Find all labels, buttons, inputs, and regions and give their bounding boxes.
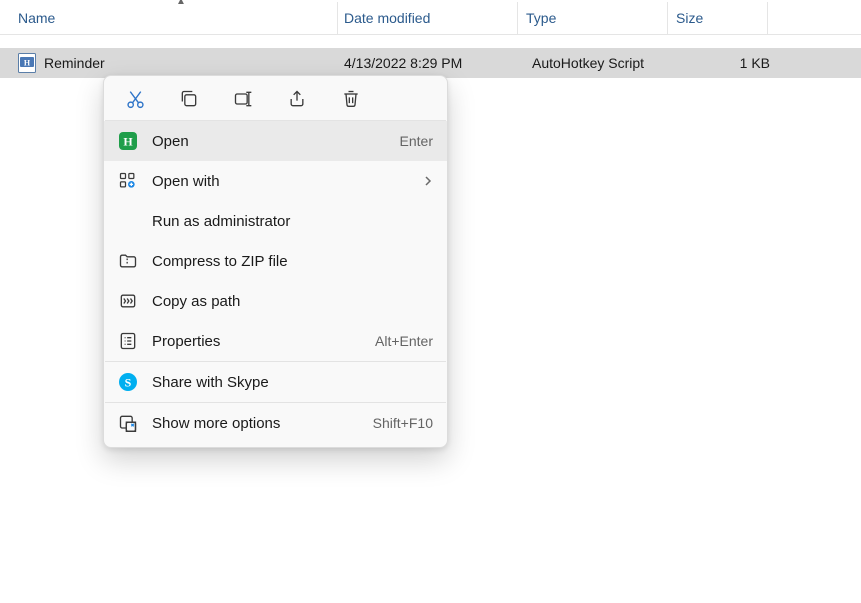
- open-icon: H: [118, 131, 138, 151]
- menu-item-show-more[interactable]: Show more options Shift+F10: [104, 403, 447, 443]
- cut-icon: [125, 89, 146, 110]
- svg-text:H: H: [24, 59, 31, 68]
- menu-item-properties[interactable]: Properties Alt+Enter: [104, 321, 447, 361]
- menu-item-run-as-admin[interactable]: Run as administrator: [104, 201, 447, 241]
- blank-icon: [118, 211, 138, 231]
- menu-item-copy-as-path-label: Copy as path: [152, 293, 433, 310]
- menu-item-run-as-admin-label: Run as administrator: [152, 213, 433, 230]
- menu-item-open-accelerator: Enter: [400, 133, 433, 149]
- svg-text:H: H: [123, 135, 133, 149]
- menu-item-open-with[interactable]: Open with: [104, 161, 447, 201]
- menu-item-copy-as-path[interactable]: Copy as path: [104, 281, 447, 321]
- copy-path-icon: [118, 291, 138, 311]
- file-name: Reminder: [44, 55, 105, 71]
- menu-item-share-skype-label: Share with Skype: [152, 374, 433, 391]
- rename-button[interactable]: [232, 88, 254, 110]
- column-header-type-label: Type: [526, 10, 556, 26]
- copy-button[interactable]: [178, 88, 200, 110]
- svg-text:S: S: [125, 376, 132, 390]
- menu-item-properties-accelerator: Alt+Enter: [375, 333, 433, 349]
- menu-item-share-skype[interactable]: S Share with Skype: [104, 362, 447, 402]
- file-row-selected[interactable]: H Reminder 4/13/2022 8:29 PM AutoHotkey …: [0, 48, 861, 78]
- context-menu: H Open Enter Open with Run as administra…: [103, 75, 448, 448]
- file-type: AutoHotkey Script: [532, 55, 644, 71]
- column-header-type[interactable]: Type: [518, 2, 668, 34]
- rename-icon: [233, 89, 253, 109]
- menu-item-compress-zip[interactable]: Compress to ZIP file: [104, 241, 447, 281]
- column-header-date[interactable]: Date modified: [338, 2, 518, 34]
- delete-icon: [341, 89, 361, 109]
- cut-button[interactable]: [124, 88, 146, 110]
- column-headers: Name ▲ Date modified Type Size: [0, 0, 861, 35]
- column-header-date-label: Date modified: [344, 10, 430, 26]
- menu-item-compress-zip-label: Compress to ZIP file: [152, 253, 433, 270]
- menu-item-properties-label: Properties: [152, 333, 375, 350]
- ahk-file-icon: H: [18, 53, 36, 73]
- copy-icon: [179, 89, 199, 109]
- open-with-icon: [118, 171, 138, 191]
- sort-ascending-icon: ▲: [176, 0, 186, 7]
- column-header-size-label: Size: [676, 10, 703, 26]
- properties-icon: [118, 331, 138, 351]
- quick-actions-row: [104, 82, 447, 120]
- chevron-right-icon: [423, 176, 433, 186]
- column-header-size[interactable]: Size: [668, 2, 768, 34]
- show-more-icon: [118, 413, 138, 433]
- file-date: 4/13/2022 8:29 PM: [344, 55, 462, 71]
- column-header-name-label: Name: [18, 10, 55, 26]
- file-size: 1 KB: [740, 55, 770, 71]
- menu-item-open-label: Open: [152, 133, 400, 150]
- skype-icon: S: [118, 372, 138, 392]
- share-button[interactable]: [286, 88, 308, 110]
- zip-icon: [118, 251, 138, 271]
- menu-item-open[interactable]: H Open Enter: [104, 121, 447, 161]
- column-header-name[interactable]: Name ▲: [18, 2, 338, 34]
- menu-item-show-more-label: Show more options: [152, 415, 373, 432]
- menu-item-show-more-accelerator: Shift+F10: [373, 415, 433, 431]
- menu-item-open-with-label: Open with: [152, 173, 423, 190]
- delete-button[interactable]: [340, 88, 362, 110]
- file-list: H Reminder 4/13/2022 8:29 PM AutoHotkey …: [0, 35, 861, 78]
- share-icon: [287, 89, 307, 109]
- file-explorer-window: Name ▲ Date modified Type Size H Reminde…: [0, 0, 861, 603]
